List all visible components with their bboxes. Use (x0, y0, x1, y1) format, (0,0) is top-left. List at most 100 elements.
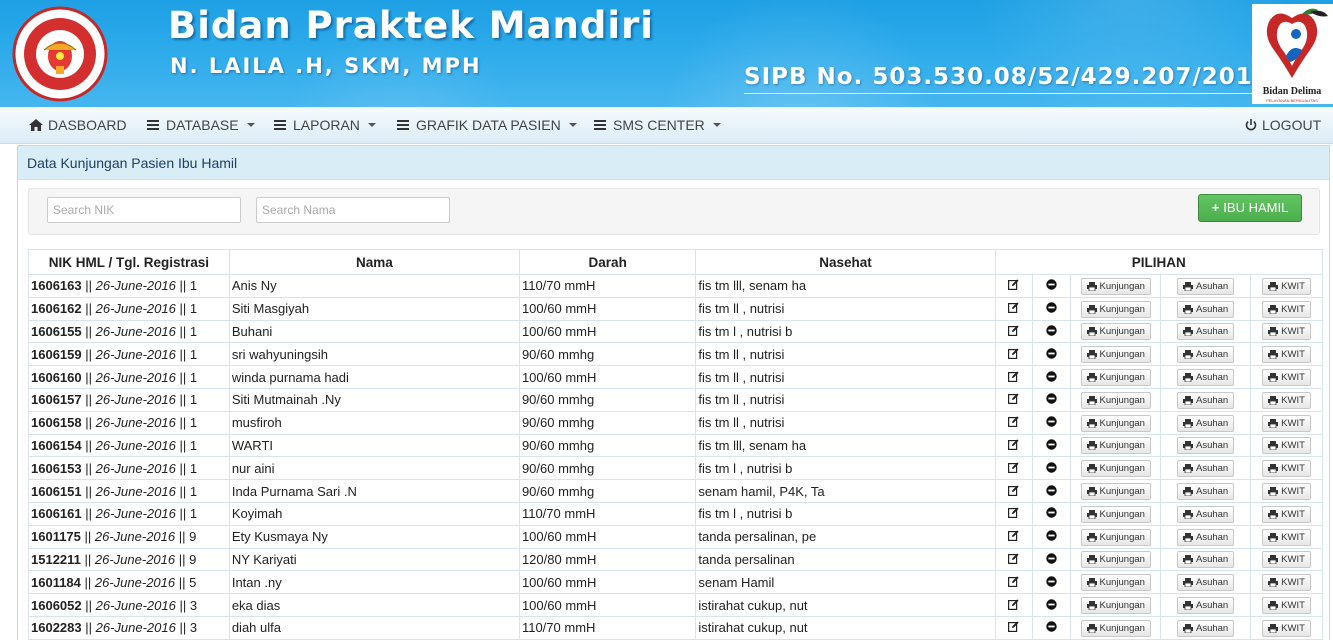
edit-icon[interactable] (994, 547, 1034, 572)
list-icon (274, 120, 286, 130)
delete-icon[interactable] (1032, 570, 1072, 595)
delete-icon[interactable] (1032, 479, 1072, 503)
asuhan-button[interactable]: Asuhan (1176, 414, 1235, 432)
kwit-button[interactable]: KWIT (1262, 323, 1311, 341)
kunjungan-button[interactable]: Kunjungan (1080, 369, 1151, 387)
nav-logout[interactable]: LOGOUT (1245, 107, 1321, 144)
search-nik-input[interactable] (47, 197, 241, 223)
kwit-button[interactable]: KWIT (1262, 528, 1311, 546)
app-header: Bidan Praktek Mandiri N. LAILA .H, SKM, … (0, 0, 1333, 107)
delete-icon[interactable] (1032, 319, 1072, 344)
nav-laporan[interactable]: LAPORAN (274, 107, 376, 144)
delete-icon[interactable] (1032, 410, 1072, 435)
delete-icon[interactable] (1032, 342, 1072, 367)
visit-number: 3 (189, 597, 198, 613)
edit-icon[interactable] (994, 615, 1034, 640)
asuhan-button[interactable]: Asuhan (1176, 277, 1235, 295)
kwit-button[interactable]: KWIT (1262, 460, 1311, 478)
kwit-button[interactable]: KWIT (1262, 505, 1311, 523)
kunjungan-button[interactable]: Kunjungan (1080, 323, 1151, 341)
kunjungan-button[interactable]: Kunjungan (1080, 277, 1151, 295)
kwit-button[interactable]: KWIT (1262, 551, 1311, 569)
kwit-button[interactable]: KWIT (1262, 391, 1311, 409)
kunjungan-button[interactable]: Kunjungan (1080, 414, 1151, 432)
kwit-button[interactable]: KWIT (1262, 346, 1311, 364)
kunjungan-button[interactable]: Kunjungan (1080, 346, 1151, 364)
kwit-button[interactable]: KWIT (1262, 483, 1311, 501)
edit-icon[interactable] (994, 296, 1034, 321)
kunjungan-button[interactable]: Kunjungan (1080, 505, 1151, 523)
asuhan-button[interactable]: Asuhan (1176, 551, 1235, 569)
kunjungan-button[interactable]: Kunjungan (1080, 300, 1151, 318)
kunjungan-button[interactable]: Kunjungan (1080, 619, 1151, 637)
edit-icon[interactable] (994, 319, 1034, 344)
delete-icon[interactable] (1032, 524, 1072, 549)
print-icon (1182, 578, 1193, 588)
asuhan-button[interactable]: Asuhan (1176, 597, 1235, 615)
edit-icon[interactable] (994, 410, 1034, 435)
cell-nasehat: fis tm l , nutrisi b (695, 501, 996, 526)
asuhan-button[interactable]: Asuhan (1176, 323, 1235, 341)
kunjungan-button[interactable]: Kunjungan (1080, 551, 1151, 569)
asuhan-button[interactable]: Asuhan (1176, 505, 1235, 523)
registration-date: 26-June-2016 (95, 392, 176, 408)
kwit-button[interactable]: KWIT (1262, 277, 1311, 295)
edit-icon[interactable] (994, 433, 1034, 458)
kunjungan-button[interactable]: Kunjungan (1080, 460, 1151, 478)
visit-number: 5 (189, 574, 197, 590)
cell-kunjungan: Kunjungan (1070, 319, 1162, 344)
delete-icon[interactable] (1032, 456, 1072, 481)
asuhan-button[interactable]: Asuhan (1176, 574, 1235, 592)
edit-icon[interactable] (994, 456, 1034, 481)
kunjungan-button[interactable]: Kunjungan (1080, 597, 1151, 615)
search-nama-input[interactable] (256, 197, 450, 223)
asuhan-button[interactable]: Asuhan (1176, 619, 1235, 637)
asuhan-button[interactable]: Asuhan (1176, 528, 1235, 546)
asuhan-button[interactable]: Asuhan (1176, 300, 1235, 318)
kwit-button[interactable]: KWIT (1262, 369, 1311, 387)
delete-icon[interactable] (1032, 593, 1072, 617)
asuhan-button[interactable]: Asuhan (1176, 346, 1235, 364)
kwit-button[interactable]: KWIT (1262, 437, 1311, 455)
edit-icon[interactable] (994, 274, 1034, 298)
delete-icon[interactable] (1032, 501, 1072, 526)
delete-icon[interactable] (1032, 365, 1072, 389)
delete-icon[interactable] (1032, 387, 1072, 412)
edit-icon[interactable] (994, 593, 1034, 617)
kwit-button[interactable]: KWIT (1262, 300, 1311, 318)
nav-sms-center[interactable]: SMS CENTER (594, 107, 721, 144)
kwit-button[interactable]: KWIT (1262, 597, 1311, 615)
edit-icon[interactable] (994, 342, 1034, 367)
delete-icon[interactable] (1032, 615, 1072, 640)
kunjungan-button[interactable]: Kunjungan (1080, 391, 1151, 409)
kunjungan-button[interactable]: Kunjungan (1080, 437, 1151, 455)
asuhan-button[interactable]: Asuhan (1176, 437, 1235, 455)
kwit-button[interactable]: KWIT (1262, 574, 1311, 592)
edit-icon[interactable] (994, 570, 1034, 595)
asuhan-button[interactable]: Asuhan (1176, 460, 1235, 478)
asuhan-button[interactable]: Asuhan (1176, 369, 1235, 387)
delete-icon[interactable] (1032, 547, 1072, 572)
edit-icon[interactable] (994, 501, 1034, 526)
kwit-button[interactable]: KWIT (1262, 619, 1311, 637)
kwit-button[interactable]: KWIT (1262, 414, 1311, 432)
asuhan-label: Asuhan (1195, 463, 1229, 475)
edit-icon[interactable] (994, 387, 1034, 412)
delete-icon[interactable] (1032, 433, 1072, 458)
edit-icon[interactable] (994, 365, 1034, 389)
nav-dashboard[interactable]: DASBOARD (29, 107, 127, 144)
add-ibu-hamil-button[interactable]: + IBU HAMIL (1198, 194, 1302, 222)
delete-icon[interactable] (1032, 296, 1072, 321)
nav-database[interactable]: DATABASE (147, 107, 255, 144)
nav-grafik[interactable]: GRAFIK DATA PASIEN (397, 107, 577, 144)
asuhan-button[interactable]: Asuhan (1176, 483, 1235, 501)
kunjungan-button[interactable]: Kunjungan (1080, 528, 1151, 546)
kunjungan-button[interactable]: Kunjungan (1080, 483, 1151, 501)
edit-icon[interactable] (994, 524, 1034, 549)
edit-icon[interactable] (994, 479, 1034, 503)
delete-icon[interactable] (1032, 274, 1072, 298)
asuhan-button[interactable]: Asuhan (1176, 391, 1235, 409)
list-icon (397, 120, 409, 130)
kunjungan-button[interactable]: Kunjungan (1080, 574, 1151, 592)
panel-heading: Data Kunjungan Pasien Ibu Hamil (18, 146, 1329, 180)
